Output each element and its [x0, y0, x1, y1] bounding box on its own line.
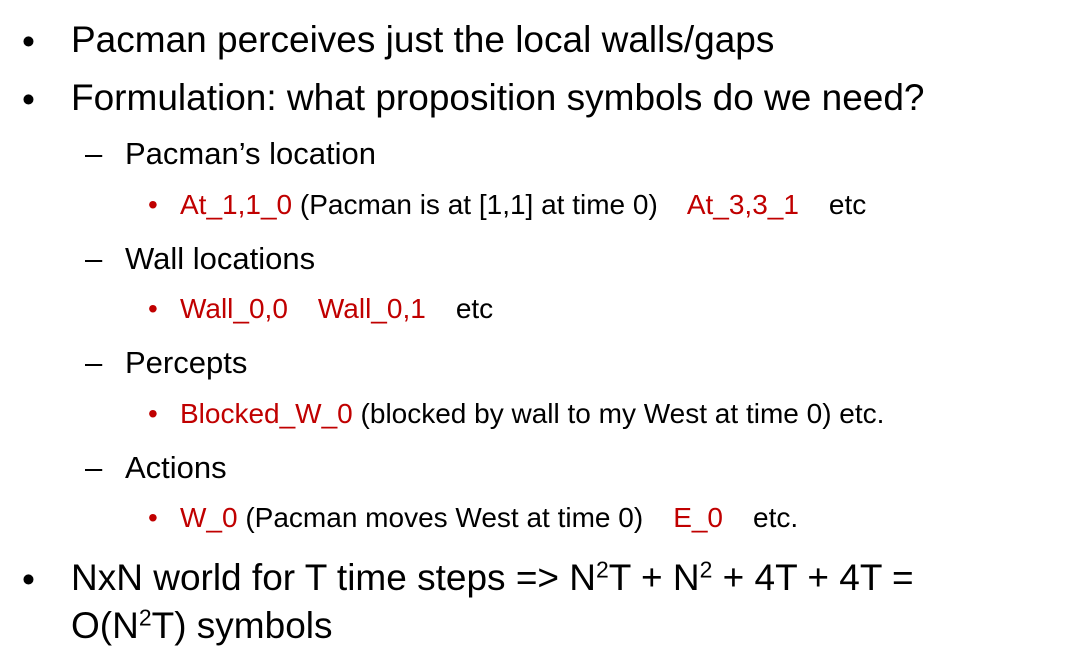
- detail-line: Wall_0,0 Wall_0,1 etc: [180, 295, 493, 323]
- bullet-text-continued: O(N2T) symbols: [71, 604, 333, 646]
- symbol-name: E_0: [673, 502, 724, 533]
- superscript: 2: [596, 556, 609, 583]
- subheading: Actions: [125, 450, 227, 485]
- bullet-text: Formulation: what proposition symbols do…: [71, 77, 925, 118]
- sub-bullet-dot: •: [148, 502, 158, 533]
- sub-bullet-dot: •: [148, 293, 158, 324]
- dash-bullet: –: [85, 241, 103, 276]
- etc-text: etc: [455, 293, 494, 324]
- bullet-text: NxN world for T time steps => N2T + N2 +…: [71, 556, 914, 598]
- superscript: 2: [699, 556, 713, 583]
- etc-text: etc: [828, 189, 867, 220]
- formula-text: O(N: [71, 605, 139, 646]
- symbol-name: Blocked_W_0: [180, 398, 353, 429]
- sub-bullet-dot: •: [148, 398, 158, 429]
- formula-text: + 4T + 4T =: [712, 557, 914, 598]
- detail-line: Blocked_W_0 (blocked by wall to my West …: [180, 400, 884, 428]
- symbol-name: Wall_0,0: [180, 293, 288, 324]
- slide: { "bullets": { "level1": "•", "level2": …: [0, 0, 1075, 650]
- subheading: Pacman’s location: [125, 136, 377, 171]
- symbol-description: (Pacman is at [1,1] at time 0): [292, 189, 658, 220]
- formula-text: NxN world for T time steps => N: [71, 557, 597, 598]
- symbol-name: W_0: [180, 502, 238, 533]
- formula-text: T) symbols: [151, 605, 333, 646]
- symbol-name: At_1,1_0: [180, 189, 293, 220]
- etc-text: etc.: [753, 502, 799, 533]
- detail-line: At_1,1_0 (Pacman is at [1,1] at time 0) A…: [180, 191, 866, 219]
- bullet-dot: •: [22, 79, 35, 120]
- sub-bullet-dot: •: [148, 189, 158, 220]
- symbol-name: Wall_0,1: [317, 293, 426, 324]
- subheading: Percepts: [125, 345, 248, 380]
- symbol-name: At_3,3_1: [686, 189, 799, 220]
- dash-bullet: –: [85, 450, 103, 485]
- subheading: Wall locations: [125, 241, 316, 276]
- dash-bullet: –: [85, 345, 103, 380]
- symbol-description: (Pacman moves West at time 0): [237, 502, 644, 533]
- dash-bullet: –: [85, 136, 103, 171]
- bullet-dot: •: [22, 559, 35, 600]
- bullet-text: Pacman perceives just the local walls/ga…: [71, 19, 775, 60]
- formula-text: T + N: [608, 557, 700, 598]
- detail-line: W_0 (Pacman moves West at time 0) E_0 etc.: [180, 504, 798, 532]
- symbol-description: (blocked by wall to my West at time 0) e…: [352, 398, 885, 429]
- bullet-dot: •: [22, 21, 35, 62]
- superscript: 2: [138, 604, 152, 631]
